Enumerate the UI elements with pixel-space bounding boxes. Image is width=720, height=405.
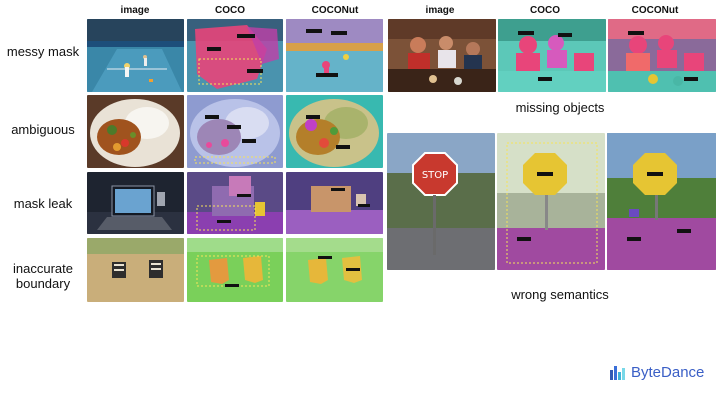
brand-name: ByteDance <box>631 364 705 381</box>
col-header-coco-left: COCO <box>215 5 245 16</box>
panel-food-coconut <box>286 95 383 168</box>
col-header-coconut-left: COCONut <box>311 5 359 16</box>
row-label-inaccurate-boundary: inaccurate boundary <box>13 261 73 291</box>
panel-laptop-coconut <box>286 172 383 234</box>
row-label-ambiguous: ambiguous <box>11 122 75 137</box>
row-label-mask-leak: mask leak <box>13 196 73 211</box>
stop-sign-text: STOP <box>422 170 448 181</box>
panel-laptop-image <box>87 172 184 234</box>
panel-stop-image: STOP <box>387 133 495 270</box>
panel-food-coco <box>187 95 283 168</box>
panel-tennis-image <box>87 19 184 92</box>
panel-tennis-coco <box>187 19 283 92</box>
panel-laptop-coco <box>187 172 283 234</box>
panel-stop-coconut <box>607 133 716 270</box>
bytedance-logo: ByteDance <box>610 364 704 381</box>
col-header-image-right: image <box>425 5 455 16</box>
col-header-coconut-right: COCONut <box>631 5 679 16</box>
panel-people-coconut <box>608 19 716 92</box>
bytedance-logo-icon <box>610 365 625 380</box>
caption-wrong-semantics: wrong semantics <box>511 287 609 302</box>
panel-zebra-coconut <box>286 238 383 302</box>
caption-missing-objects: missing objects <box>515 100 605 115</box>
col-header-coco-right: COCO <box>530 5 560 16</box>
panel-people-coco <box>498 19 606 92</box>
panel-tennis-coconut <box>286 19 383 92</box>
panel-zebra-image <box>87 238 184 302</box>
panel-people-image <box>388 19 496 92</box>
row-label-messy-mask: messy mask <box>6 44 80 59</box>
panel-stop-coco <box>497 133 605 270</box>
panel-zebra-coco <box>187 238 283 302</box>
panel-food-image <box>87 95 184 168</box>
col-header-image-left: image <box>120 5 150 16</box>
